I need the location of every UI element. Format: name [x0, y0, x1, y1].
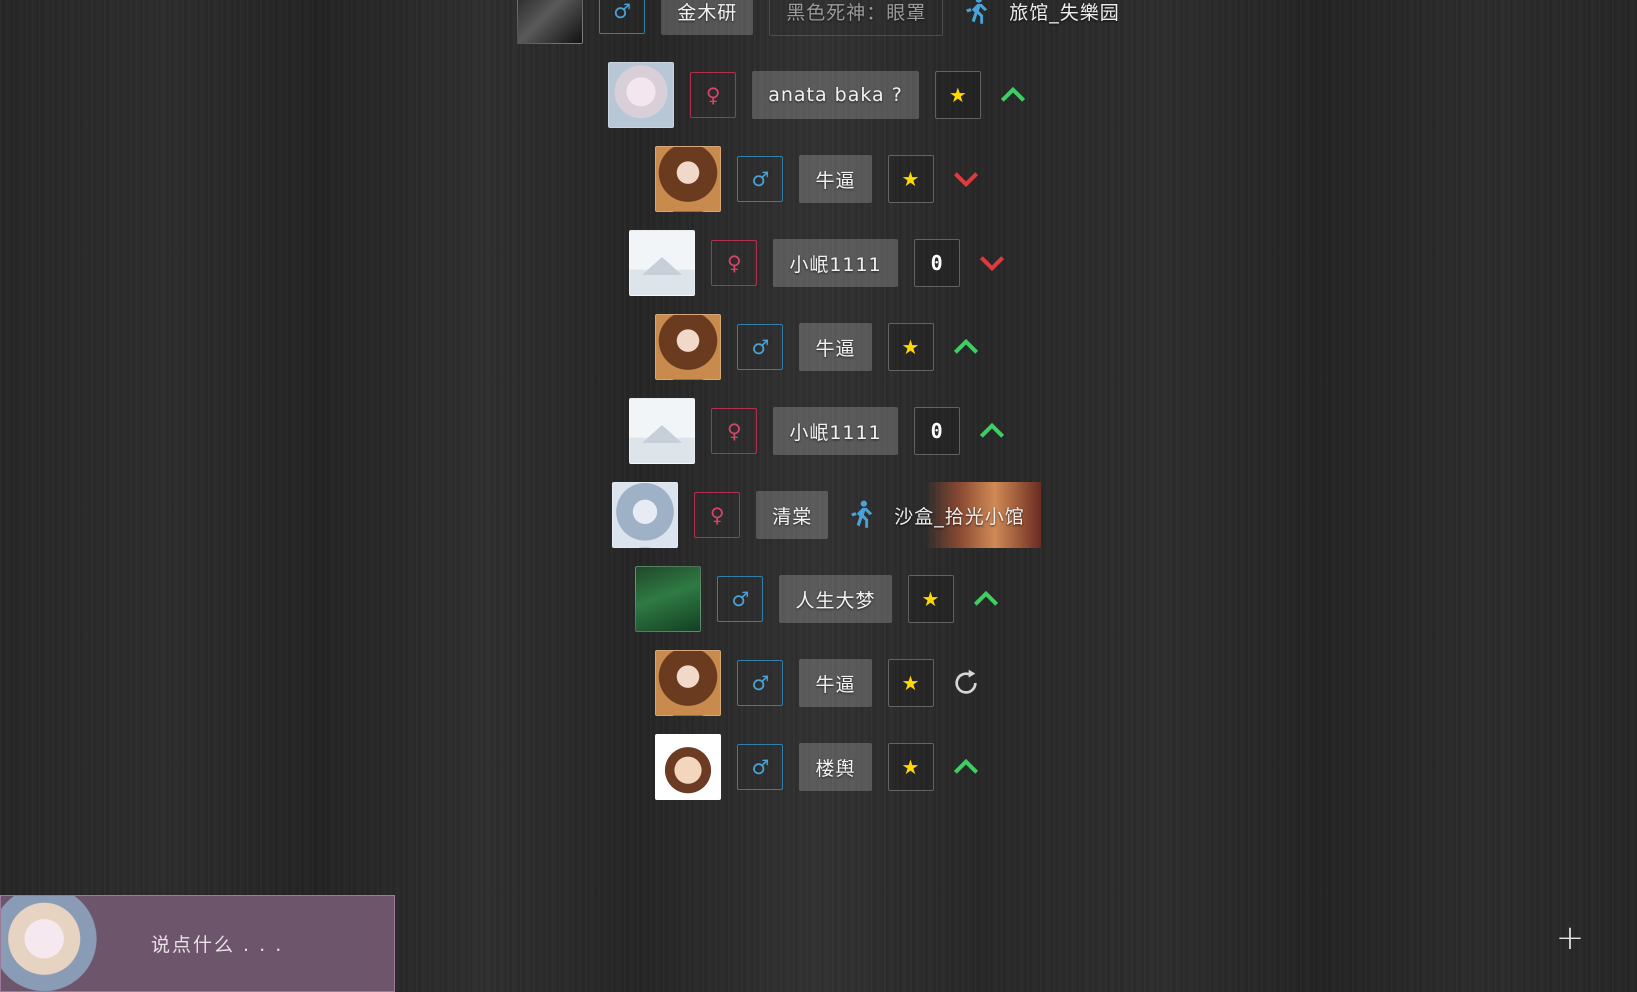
activity-feed: ♂ 金木研 黑色死神：眼罩 旅馆_失樂园 ♀ anata baka ? ★ ♂ …: [0, 0, 1637, 850]
avatar[interactable]: [655, 734, 722, 800]
rank-badge: 0: [913, 407, 960, 455]
feed-row: ♂ 牛逼 ★: [0, 314, 1637, 380]
avatar[interactable]: [655, 314, 722, 380]
rank-badge: ★: [907, 575, 954, 623]
username-button[interactable]: anata baka ?: [752, 71, 919, 119]
female-gender-icon: ♀: [690, 72, 737, 118]
chevron-up-icon: [1000, 86, 1025, 102]
avatar[interactable]: [608, 62, 675, 128]
star-icon: ★: [901, 167, 920, 191]
avatar-placeholder[interactable]: [629, 398, 696, 464]
avatar[interactable]: [635, 566, 702, 632]
chevron-up-icon: [973, 590, 998, 606]
user-title: 黑色死神：眼罩: [769, 0, 944, 36]
feed-row: ♀ 小岷1111 0: [0, 230, 1637, 296]
room-name[interactable]: 旅馆_失樂园: [1009, 0, 1120, 25]
my-avatar[interactable]: [1, 896, 97, 991]
male-gender-icon: ♂: [737, 156, 784, 202]
male-gender-icon: ♂: [599, 0, 646, 34]
rank-value: 0: [930, 251, 943, 275]
username-button[interactable]: 楼舆: [799, 743, 872, 791]
rank-value: 0: [930, 419, 943, 443]
rank-badge: 0: [913, 239, 960, 287]
chevron-up-icon: [953, 758, 978, 774]
chat-input[interactable]: 说点什么 . . .: [97, 930, 283, 957]
room-name: 沙盒_拾光小馆: [894, 505, 1025, 528]
username-button[interactable]: 人生大梦: [779, 575, 892, 623]
feed-row: ♀ 小岷1111 0: [0, 398, 1637, 464]
chevron-up-icon: [979, 422, 1004, 438]
female-gender-icon: ♀: [694, 492, 741, 538]
rank-badge: ★: [934, 71, 981, 119]
username-button[interactable]: 牛逼: [799, 155, 872, 203]
username-button[interactable]: 牛逼: [799, 659, 872, 707]
avatar[interactable]: [655, 146, 722, 212]
avatar-placeholder[interactable]: [629, 230, 696, 296]
male-gender-icon: ♂: [737, 660, 784, 706]
username-button[interactable]: 小岷1111: [773, 407, 898, 455]
star-icon: ★: [921, 587, 940, 611]
female-gender-icon: ♀: [711, 408, 758, 454]
male-gender-icon: ♂: [737, 744, 784, 790]
feed-row: ♀ anata baka ? ★: [0, 62, 1637, 128]
refresh-icon[interactable]: [950, 667, 982, 699]
feed-row: ♂ 金木研 黑色死神：眼罩 旅馆_失樂园: [0, 0, 1637, 44]
rank-badge: ★: [887, 323, 934, 371]
chevron-down-icon: [979, 256, 1004, 272]
chevron-up-icon: [953, 338, 978, 354]
male-gender-icon: ♂: [737, 324, 784, 370]
chevron-down-icon: [953, 172, 978, 188]
add-button[interactable]: +: [1554, 921, 1586, 955]
feed-row: ♂ 楼舆 ★: [0, 734, 1637, 800]
male-gender-icon: ♂: [717, 576, 764, 622]
star-icon: ★: [948, 83, 967, 107]
star-icon: ★: [901, 671, 920, 695]
rank-badge: ★: [887, 155, 934, 203]
username-button[interactable]: 金木研: [661, 0, 754, 35]
star-icon: ★: [901, 335, 920, 359]
feed-row: ♀ 清棠 沙盒_拾光小馆: [0, 482, 1637, 548]
avatar[interactable]: [517, 0, 584, 44]
username-button[interactable]: 清棠: [756, 491, 829, 539]
username-button[interactable]: 牛逼: [799, 323, 872, 371]
rank-badge: ★: [887, 659, 934, 707]
avatar[interactable]: [612, 482, 679, 548]
chat-bar[interactable]: 说点什么 . . .: [0, 895, 395, 992]
feed-row: ♂ 牛逼 ★: [0, 146, 1637, 212]
rank-badge: ★: [887, 743, 934, 791]
star-icon: ★: [901, 755, 920, 779]
feed-row: ♂ 人生大梦 ★: [0, 566, 1637, 632]
feed-row: ♂ 牛逼 ★: [0, 650, 1637, 716]
room-link[interactable]: 沙盒_拾光小馆: [894, 482, 1041, 548]
username-button[interactable]: 小岷1111: [773, 239, 898, 287]
female-gender-icon: ♀: [711, 240, 758, 286]
avatar[interactable]: [655, 650, 722, 716]
run-icon: [851, 500, 873, 528]
run-icon: [966, 0, 988, 24]
